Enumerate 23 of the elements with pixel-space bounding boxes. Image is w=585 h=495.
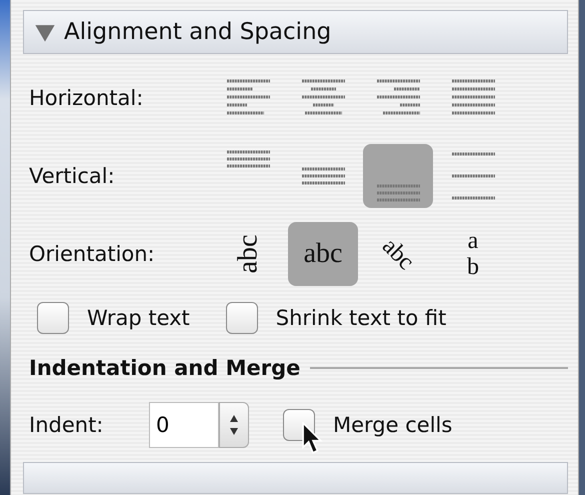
section-title: Alignment and Spacing [64,19,332,45]
section-header[interactable]: Alignment and Spacing [23,10,568,54]
orientation-button[interactable]: abc [288,222,358,286]
section-heading: Indentation and Merge [29,356,300,380]
mouse-pointer-icon [302,422,324,455]
checkbox-option[interactable]: Wrap text [37,302,190,334]
vertical-align-icon [226,150,270,168]
horizontal-label: Horizontal: [28,86,144,110]
vertical-align-icon [452,152,494,200]
vertical-align-icon [302,167,344,185]
orientation-button[interactable]: abc [213,222,283,286]
orientation-button[interactable]: abc [363,222,433,286]
orientation-button[interactable]: ab [438,222,508,286]
stepper[interactable] [219,402,249,448]
indent-field[interactable]: 0 [149,402,219,448]
checkbox-option[interactable]: Shrink text to fit [226,302,446,334]
indent-label: Indent: [29,413,104,437]
checkbox[interactable] [226,302,258,334]
vertical-align-icon [376,184,420,202]
checkbox[interactable] [37,302,69,334]
up-down-arrows-icon [229,413,239,437]
orientation-label: Orientation: [28,242,156,266]
vertical-label: Vertical: [28,164,116,188]
